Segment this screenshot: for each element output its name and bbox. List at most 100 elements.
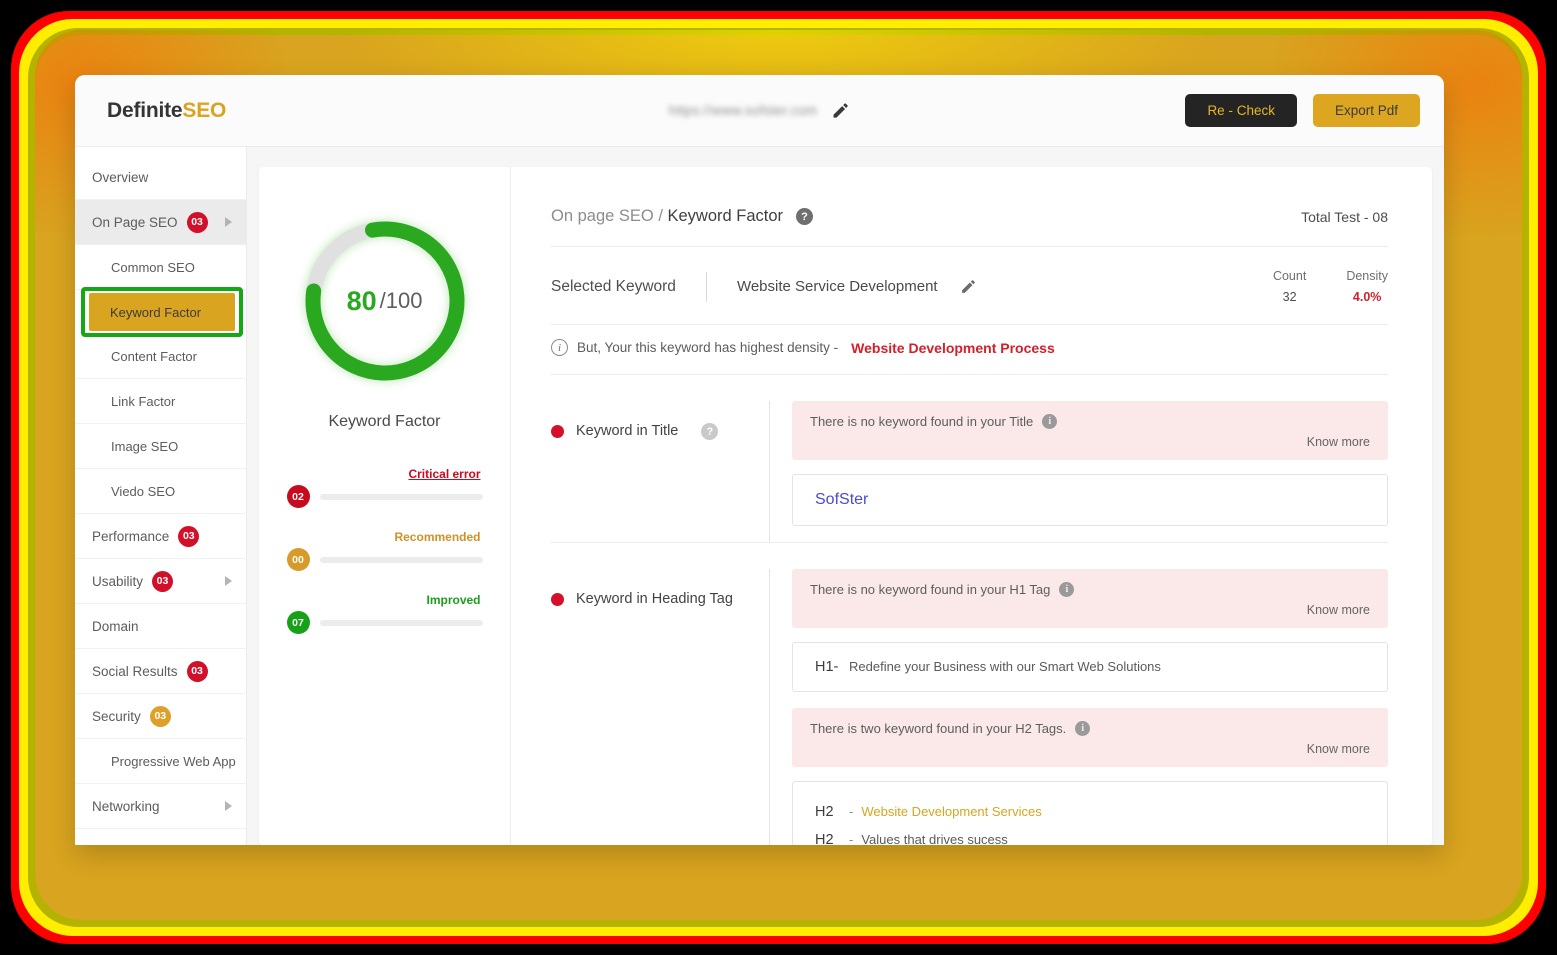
app-logo[interactable]: DefiniteSEO <box>107 99 226 123</box>
h1-row: H1- Redefine your Business with our Smart… <box>815 659 1365 675</box>
sidebar-item-viedo-seo[interactable]: Viedo SEO <box>75 469 246 514</box>
alert-message: There is no keyword found in your H1 Tag <box>810 582 1051 597</box>
sidebar-item-badge: 03 <box>178 525 200 547</box>
test-section-keyword-in-heading-tag: Keyword in Heading Tag There is no keywor… <box>551 542 1388 845</box>
sidebar-item-social-results[interactable]: Social Results 03 <box>75 649 246 694</box>
h1-text: Redefine your Business with our Smart We… <box>849 659 1161 674</box>
sidebar-item-domain[interactable]: Domain <box>75 604 246 649</box>
stat-line: 02 <box>286 485 483 508</box>
sidebar-item-link-factor[interactable]: Link Factor <box>75 379 246 424</box>
sidebar-item-badge: 03 <box>152 570 174 592</box>
h2-value-box: H2- Website Development Services H2- Values… <box>792 781 1388 845</box>
sidebar-item-label: On Page SEO <box>92 214 178 230</box>
alert-message-row: There is no keyword found in your Title i <box>810 414 1370 429</box>
know-more-link[interactable]: Know more <box>810 435 1370 449</box>
sidebar-item-content-factor[interactable]: Content Factor <box>75 334 246 379</box>
edit-url-pencil-icon[interactable] <box>831 101 850 120</box>
alert-info-icon[interactable]: i <box>1059 582 1075 597</box>
stat-bar-track <box>319 493 483 500</box>
chevron-right-icon[interactable] <box>225 217 232 227</box>
alert-message: There is no keyword found in your Title <box>810 414 1034 429</box>
density-note-keyword[interactable]: Website Development Process <box>851 340 1055 356</box>
alert-info-icon[interactable]: i <box>1075 721 1091 736</box>
know-more-link[interactable]: Know more <box>810 742 1370 756</box>
stats-list: Critical error 02 Recommended 00 Improved 07 <box>286 467 483 656</box>
alert-message-row: There is two keyword found in your H2 Ta… <box>810 721 1370 736</box>
gauge-score-value: 80 <box>346 285 377 316</box>
sidebar-item-label: Domain <box>92 618 139 634</box>
h2-row: H2- Website Development Services <box>815 798 1365 826</box>
sidebar-item-progressive-web-app[interactable]: Progressive Web App <box>75 739 246 784</box>
sidebar-item-overview[interactable]: Overview <box>75 155 246 200</box>
recheck-button[interactable]: Re - Check <box>1185 94 1297 127</box>
breadcrumb-help-icon[interactable]: ? <box>796 208 814 225</box>
alert-message: There is two keyword found in your H2 Ta… <box>810 721 1067 736</box>
content-area: 80 /100 Keyword Factor Critical error 02 R… <box>247 147 1444 845</box>
sidebar-item-networking[interactable]: Networking <box>75 784 246 829</box>
edit-keyword-pencil-icon[interactable] <box>960 278 977 295</box>
total-test-label: Total Test - 08 <box>1301 208 1388 225</box>
sidebar-item-usability[interactable]: Usability 03 <box>75 559 246 604</box>
sidebar-item-common-seo[interactable]: Common SEO <box>75 245 246 290</box>
count-metric: Count 32 <box>1273 269 1306 304</box>
h2-text-pre: Values that drives sucess <box>861 832 1008 845</box>
body-split: Overview On Page SEO 03 Common SEO Keyword F… <box>75 147 1444 845</box>
count-header: Count <box>1272 269 1307 283</box>
gauge-column: 80 /100 Keyword Factor Critical error 02 R… <box>259 167 511 845</box>
score-gauge: 80 /100 <box>295 211 475 391</box>
stat-line: 00 <box>286 548 483 571</box>
test-left: Keyword in Title? <box>551 401 769 542</box>
sidebar-item-performance[interactable]: Performance 03 <box>75 514 246 559</box>
report-card: 80 /100 Keyword Factor Critical error 02 R… <box>259 167 1432 845</box>
sidebar-item-security[interactable]: Security 03 <box>75 694 246 739</box>
info-icon: i <box>551 339 568 356</box>
density-metric: Density 4.0% <box>1346 269 1388 304</box>
export-pdf-button[interactable]: Export Pdf <box>1312 94 1420 127</box>
alert-banner: There is no keyword found in your Title i… <box>792 401 1388 460</box>
alert-info-icon[interactable]: i <box>1042 414 1058 429</box>
sidebar-item-keyword-factor[interactable]: Keyword Factor <box>89 293 235 331</box>
selected-keyword-value: Website Service Development <box>736 278 938 295</box>
app-window: DefiniteSEO https://www.sofster.com Re -… <box>75 75 1444 845</box>
sidebar-item-label: Performance <box>92 528 170 544</box>
alert-banner: There is no keyword found in your H1 Tag… <box>792 569 1388 628</box>
top-bar-actions: Re - Check Export Pdf <box>1185 94 1420 127</box>
sidebar-item-on-page-seo[interactable]: On Page SEO 03 <box>75 200 246 245</box>
know-more-link[interactable]: Know more <box>810 603 1370 617</box>
sidebar-item-image-seo[interactable]: Image SEO <box>75 424 246 469</box>
density-note-row: i But, Your this keyword has highest den… <box>551 324 1388 375</box>
stat-row-recommended: Recommended 00 <box>286 530 483 571</box>
alert-banner-h2: There is two keyword found in your H2 Ta… <box>792 708 1388 767</box>
test-help-icon[interactable]: ? <box>701 423 719 440</box>
breadcrumb-parent[interactable]: On page SEO <box>551 207 654 225</box>
h1-tag-label: H1- <box>815 659 839 675</box>
test-right: There is no keyword found in your H1 Tag… <box>769 569 1388 845</box>
sidebar-item-label: Link Factor <box>111 393 176 409</box>
stat-line: 07 <box>286 611 483 634</box>
test-right: There is no keyword found in your Title i… <box>769 401 1388 542</box>
status-dot-icon <box>551 593 564 606</box>
chevron-right-icon[interactable] <box>225 576 232 586</box>
h2-keyword-hit: Website Development Services <box>861 804 1042 819</box>
stat-caption: Recommended <box>394 530 481 544</box>
stat-bar-track <box>319 556 483 563</box>
stat-caption: Improved <box>426 593 481 607</box>
test-left: Keyword in Heading Tag <box>551 569 769 845</box>
breadcrumb-separator: / <box>653 207 668 225</box>
sidebar-item-label: Viedo SEO <box>111 483 176 499</box>
sidebar-item-badge: 03 <box>149 705 171 727</box>
breadcrumb-row: On page SEO / Keyword Factor ? Total Tes… <box>551 207 1388 247</box>
logo-accent-text: SEO <box>182 98 227 122</box>
selected-keyword-row: Selected Keyword Website Service Develop… <box>551 247 1388 324</box>
status-dot-icon <box>551 425 564 438</box>
page-title-value[interactable]: SofSter <box>815 491 868 508</box>
title-value-box: SofSter <box>792 474 1388 526</box>
test-section-keyword-in-title: Keyword in Title? There is no keyword fou… <box>551 375 1388 542</box>
sidebar-item-label: Progressive Web App <box>111 753 236 769</box>
h1-value-box: H1- Redefine your Business with our Smart… <box>792 642 1388 692</box>
stat-bar-track <box>319 619 483 626</box>
url-display: https://www.sofster.com <box>669 101 851 120</box>
chevron-right-icon[interactable] <box>225 801 232 811</box>
sidebar-item-label: Keyword Factor <box>110 304 202 320</box>
h2-separator: - <box>849 832 854 845</box>
